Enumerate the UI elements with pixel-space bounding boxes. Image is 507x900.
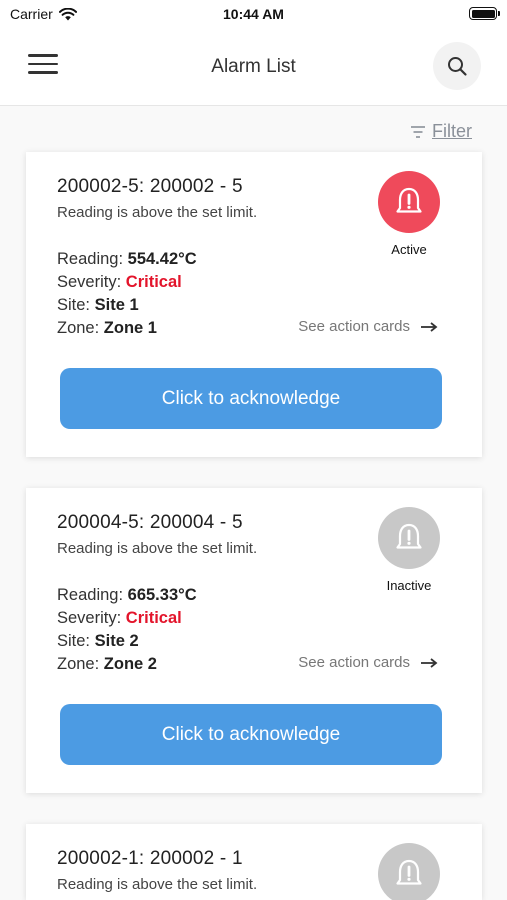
alarm-title: 200002-5: 200002 - 5: [57, 176, 243, 197]
reading-label: Reading:: [57, 250, 124, 268]
reading-line: Reading: 554.42°C: [57, 250, 197, 269]
acknowledge-button[interactable]: Click to acknowledge: [60, 368, 442, 429]
alarm-status-indicator: [378, 171, 440, 233]
reading-line: Reading: 665.33°C: [57, 586, 197, 605]
severity-value: Critical: [125, 273, 182, 291]
page-title: Alarm List: [211, 56, 296, 77]
reading-value: 665.33°C: [127, 586, 197, 604]
severity-line: Severity: Critical: [57, 273, 182, 292]
search-button[interactable]: [433, 42, 481, 90]
filter-icon: [411, 125, 425, 138]
site-line: Site: Site 2: [57, 632, 139, 651]
alarm-state-label: Active: [391, 242, 427, 257]
action-link-label: See action cards: [298, 318, 410, 335]
see-action-cards-link[interactable]: See action cards: [298, 654, 438, 671]
severity-value: Critical: [125, 609, 182, 627]
zone-label: Zone:: [57, 655, 100, 673]
severity-label: Severity:: [57, 609, 122, 627]
alarm-title: 200002-1: 200002 - 1: [57, 848, 243, 869]
alarm-card[interactable]: 200002-1: 200002 - 1 Reading is above th…: [26, 824, 482, 900]
site-value: Site 1: [94, 296, 139, 314]
alarm-bell-icon: [396, 187, 422, 213]
alarm-description: Reading is above the set limit.: [57, 876, 258, 893]
severity-line: Severity: Critical: [57, 609, 182, 628]
alarm-description: Reading is above the set limit.: [57, 204, 258, 221]
app-header: Alarm List: [0, 30, 507, 106]
site-label: Site:: [57, 296, 91, 314]
battery-icon: [469, 7, 500, 20]
site-line: Site: Site 1: [57, 296, 139, 315]
see-action-cards-link[interactable]: See action cards: [298, 318, 438, 335]
status-bar: Carrier 10:44 AM: [0, 0, 507, 30]
zone-value: Zone 1: [103, 319, 157, 337]
alarm-card[interactable]: 200002-5: 200002 - 5 Reading is above th…: [26, 152, 482, 457]
reading-label: Reading:: [57, 586, 124, 604]
alarm-card[interactable]: 200004-5: 200004 - 5 Reading is above th…: [26, 488, 482, 793]
site-label: Site:: [57, 632, 91, 650]
alarm-status-indicator: [378, 843, 440, 900]
filter-label: Filter: [432, 121, 472, 141]
alarm-bell-icon: [396, 859, 422, 885]
filter-button[interactable]: Filter: [410, 121, 472, 142]
zone-line: Zone: Zone 1: [57, 319, 157, 338]
alarm-status-indicator: [378, 507, 440, 569]
severity-label: Severity:: [57, 273, 122, 291]
alarm-state-label: Inactive: [386, 578, 432, 593]
site-value: Site 2: [94, 632, 139, 650]
reading-value: 554.42°C: [127, 250, 197, 268]
zone-line: Zone: Zone 2: [57, 655, 157, 674]
search-icon: [448, 57, 467, 76]
acknowledge-button[interactable]: Click to acknowledge: [60, 704, 442, 765]
alarm-description: Reading is above the set limit.: [57, 540, 258, 557]
arrow-right-icon: [421, 321, 438, 332]
zone-label: Zone:: [57, 319, 100, 337]
status-time: 10:44 AM: [223, 6, 284, 22]
zone-value: Zone 2: [103, 655, 157, 673]
action-link-label: See action cards: [298, 654, 410, 671]
alarm-bell-icon: [396, 523, 422, 549]
arrow-right-icon: [421, 657, 438, 668]
alarm-title: 200004-5: 200004 - 5: [57, 512, 243, 533]
